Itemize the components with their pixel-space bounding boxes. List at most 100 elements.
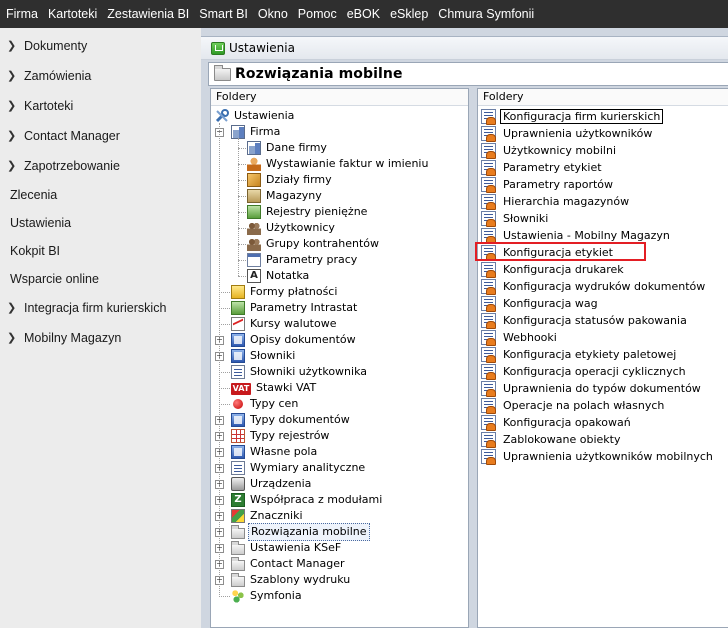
nav-item-integracja-firm-kurierskich[interactable]: ❯ Integracja firm kurierskich <box>0 293 201 323</box>
menu-ebok[interactable]: eBOK <box>342 7 385 21</box>
folder-list-item[interactable]: Konfiguracja operacji cyklicznych <box>481 363 688 380</box>
tree-node-firma-child[interactable]: Dane firmy <box>247 140 329 156</box>
printer-icon <box>231 477 245 491</box>
nav-item-zapotrzebowanie[interactable]: ❯ Zapotrzebowanie <box>0 151 201 181</box>
tree-node-znaczniki[interactable]: Znaczniki <box>231 508 305 524</box>
tree-node-kursy-walutowe[interactable]: Kursy walutowe <box>231 316 338 332</box>
folder-list-item[interactable]: Konfiguracja wag <box>481 295 600 312</box>
folder-list-item-label: Konfiguracja firm kurierskich <box>500 108 664 124</box>
person-icon <box>247 157 261 171</box>
nav-item-kokpit-bi[interactable]: Kokpit BI <box>0 237 201 265</box>
tree-node-urządzenia[interactable]: Urządzenia <box>231 476 313 492</box>
folder-list-item[interactable]: Konfiguracja drukarek <box>481 261 626 278</box>
tree-node-współpraca-z-modułami[interactable]: Z Współpraca z modułami <box>231 492 384 508</box>
folder-list-item[interactable]: Słowniki <box>481 210 550 227</box>
tree-node-label: Znaczniki <box>250 509 303 522</box>
tree-node-słowniki-użytkownika[interactable]: Słowniki użytkownika <box>231 364 369 380</box>
tree-node-typy-cen[interactable]: Typy cen <box>231 396 300 412</box>
settings-document-icon <box>481 431 496 448</box>
folder-list-item[interactable]: Konfiguracja statusów pakowania <box>481 312 689 329</box>
tree-node-szablony-wydruku[interactable]: Szablony wydruku <box>231 572 352 588</box>
building-icon <box>231 125 245 139</box>
nav-item-zamowienia[interactable]: ❯ Zamówienia <box>0 61 201 91</box>
folder-list-item[interactable]: Konfiguracja opakowań <box>481 414 633 431</box>
folder-list-item[interactable]: Parametry etykiet <box>481 159 604 176</box>
tree-connector <box>219 123 220 597</box>
tree-node-firma-child[interactable]: Grupy kontrahentów <box>247 236 381 252</box>
folder-list-item[interactable]: Parametry raportów <box>481 176 615 193</box>
tree-node-firma-child[interactable]: Użytkownicy <box>247 220 337 236</box>
tree-node-root[interactable]: Ustawienia <box>215 108 296 124</box>
tree-node-firma-child[interactable]: Parametry pracy <box>247 252 359 268</box>
chevron-right-icon: ❯ <box>7 302 17 314</box>
tree-node-firma-child[interactable]: Wystawianie faktur w imieniu <box>247 156 430 172</box>
tree-node-typy-rejestrów[interactable]: Typy rejestrów <box>231 428 331 444</box>
folder-list-item-label: Konfiguracja wydruków dokumentów <box>503 279 706 293</box>
tree-node-opisy-dokumentów[interactable]: Opisy dokumentów <box>231 332 358 348</box>
tree-node-contact-manager[interactable]: Contact Manager <box>231 556 347 572</box>
menu-smart-bi[interactable]: Smart BI <box>194 7 253 21</box>
window-title-bar[interactable]: Ustawienia <box>201 36 728 60</box>
dictionary-icon <box>231 349 245 363</box>
tree-node-firma-child[interactable]: Rejestry pieniężne <box>247 204 369 220</box>
tree-node-label: Ustawienia KSeF <box>250 541 342 554</box>
nav-item-zlecenia[interactable]: Zlecenia <box>0 181 201 209</box>
symfonia-icon <box>231 589 245 603</box>
folder-list-item[interactable]: Zablokowane obiekty <box>481 431 622 448</box>
menu-chmura-symfonii[interactable]: Chmura Symfonii <box>433 7 539 21</box>
nav-item-ustawienia[interactable]: Ustawienia <box>0 209 201 237</box>
folder-list-item[interactable]: Konfiguracja firm kurierskich <box>481 108 664 125</box>
folder-list-item[interactable]: Użytkownicy mobilni <box>481 142 618 159</box>
nav-item-wsparcie-online[interactable]: Wsparcie online <box>0 265 201 293</box>
nav-item-kartoteki[interactable]: ❯ Kartoteki <box>0 91 201 121</box>
tree-node-stawki-vat[interactable]: VAT Stawki VAT <box>231 380 318 396</box>
menu-zestawienia-bi[interactable]: Zestawienia BI <box>102 7 194 21</box>
tree-node-firma-child[interactable]: Magazyny <box>247 188 324 204</box>
folder-list-item[interactable]: Konfiguracja etykiet <box>481 244 615 261</box>
folder-list-item-label: Konfiguracja drukarek <box>503 262 624 276</box>
menu-okno[interactable]: Okno <box>253 7 293 21</box>
folder-list-item-label: Konfiguracja opakowań <box>503 415 631 429</box>
folder-list-item[interactable]: Ustawienia - Mobilny Magazyn <box>481 227 672 244</box>
tree-connector <box>238 212 246 213</box>
folder-list-item[interactable]: Uprawnienia do typów dokumentów <box>481 380 703 397</box>
tree-node-słowniki[interactable]: Słowniki <box>231 348 297 364</box>
menu-firma[interactable]: Firma <box>0 7 43 21</box>
folder-icon <box>231 556 245 571</box>
tree-connector <box>238 164 246 165</box>
folder-list-item-label: Użytkownicy mobilni <box>503 143 617 157</box>
folder-list-item[interactable]: Hierarchia magazynów <box>481 193 631 210</box>
tree-node-typy-dokumentów[interactable]: Typy dokumentów <box>231 412 352 428</box>
menu-pomoc[interactable]: Pomoc <box>293 7 342 21</box>
cash-register-icon <box>247 205 261 219</box>
folder-list-item[interactable]: Konfiguracja wydruków dokumentów <box>481 278 707 295</box>
settings-document-icon <box>481 159 496 176</box>
nav-item-dokumenty[interactable]: ❯ Dokumenty <box>0 31 201 61</box>
tree-node-wymiary-analityczne[interactable]: Wymiary analityczne <box>231 460 367 476</box>
menu-esklep[interactable]: eSklep <box>385 7 433 21</box>
folder-list-item[interactable]: Webhooki <box>481 329 559 346</box>
tree-node-label: Typy dokumentów <box>250 413 350 426</box>
tree-node-własne-pola[interactable]: Własne pola <box>231 444 319 460</box>
chevron-right-icon: ❯ <box>7 160 17 172</box>
nav-item-contact-manager[interactable]: ❯ Contact Manager <box>0 121 201 151</box>
tree-node-symfonia[interactable]: Symfonia <box>231 588 304 604</box>
tree-node-rozwiązania-mobilne[interactable]: Rozwiązania mobilne <box>231 523 370 541</box>
folder-list-item[interactable]: Konfiguracja etykiety paletowej <box>481 346 678 363</box>
tree-node-parametry-intrastat[interactable]: Parametry Intrastat <box>231 300 359 316</box>
folders-list-pane[interactable]: Foldery Konfiguracja firm kurierskich Upr… <box>477 88 728 628</box>
nav-item-mobilny-magazyn[interactable]: ❯ Mobilny Magazyn <box>0 323 201 353</box>
window-title: Ustawienia <box>229 41 295 55</box>
folders-tree-pane[interactable]: Foldery Ustawienia Firma − Dane firmy Wystaw… <box>210 88 469 628</box>
tree-node-firma-child[interactable]: A Notatka <box>247 268 311 284</box>
tree-node-firma-child[interactable]: Działy firmy <box>247 172 334 188</box>
folder-list-item[interactable]: Uprawnienia użytkowników <box>481 125 654 142</box>
folder-list-item[interactable]: Uprawnienia użytkowników mobilnych <box>481 448 715 465</box>
settings-document-icon <box>481 363 496 380</box>
settings-document-icon <box>481 346 496 363</box>
menu-kartoteki[interactable]: Kartoteki <box>43 7 102 21</box>
folder-list-item[interactable]: Operacje na polach własnych <box>481 397 666 414</box>
nav-item-label: Integracja firm kurierskich <box>24 301 167 315</box>
tree-node-ustawienia-ksef[interactable]: Ustawienia KSeF <box>231 540 343 556</box>
tree-node-formy-płatności[interactable]: Formy płatności <box>231 284 339 300</box>
